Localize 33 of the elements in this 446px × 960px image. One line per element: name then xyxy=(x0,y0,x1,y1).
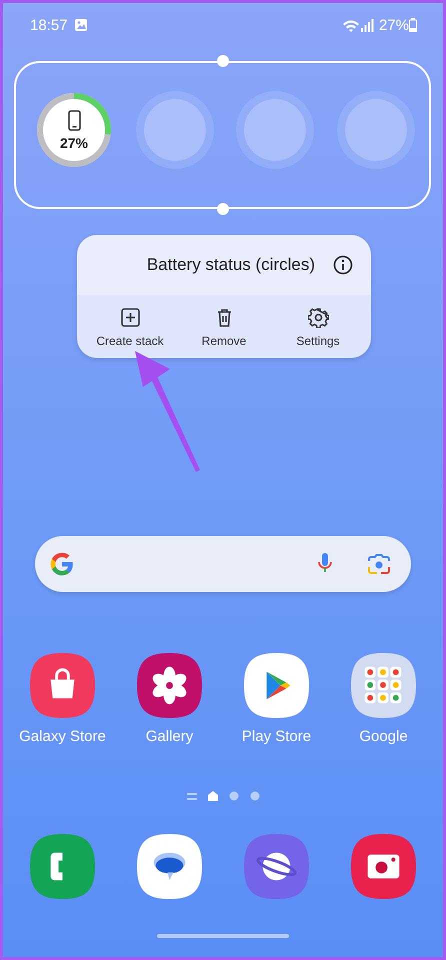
signal-icon xyxy=(360,18,375,32)
battery-level: 27% xyxy=(60,134,88,150)
battery-circle[interactable]: 27% xyxy=(35,91,113,169)
image-icon xyxy=(74,18,88,32)
lens-camera-icon[interactable] xyxy=(367,553,391,575)
battery-percent: 27% xyxy=(378,16,409,34)
phone-icon xyxy=(68,110,80,130)
chat-bubble-icon[interactable] xyxy=(136,833,203,900)
plus-square-icon xyxy=(120,307,140,328)
action-button[interactable]: Remove xyxy=(179,307,269,348)
settings-icon xyxy=(308,307,328,328)
info-icon[interactable] xyxy=(333,255,353,275)
page-dot[interactable] xyxy=(228,791,238,801)
flower-icon[interactable] xyxy=(136,652,203,719)
apps-list-icon[interactable] xyxy=(186,791,196,801)
battery-icon xyxy=(409,18,417,32)
page-dot[interactable] xyxy=(250,791,260,801)
widget-name: Battery status (circles) xyxy=(146,255,315,275)
app-folder-icon[interactable] xyxy=(350,652,417,719)
action-button[interactable]: Create stack xyxy=(85,307,175,348)
home-page-icon[interactable] xyxy=(208,791,218,801)
clock-time: 18:57 xyxy=(30,16,68,34)
shopping-bag-icon[interactable] xyxy=(29,652,96,719)
action-button[interactable]: Settings xyxy=(273,307,363,348)
camera-icon[interactable] xyxy=(350,833,417,900)
microphone-icon[interactable] xyxy=(317,553,333,575)
play-triangle-icon[interactable] xyxy=(243,652,310,719)
resize-handle[interactable] xyxy=(216,203,228,215)
resize-handle[interactable] xyxy=(216,55,228,67)
wifi-icon xyxy=(342,18,360,32)
google-logo-icon xyxy=(49,551,75,577)
phone-icon[interactable] xyxy=(29,833,96,900)
planet-icon[interactable] xyxy=(243,833,310,900)
